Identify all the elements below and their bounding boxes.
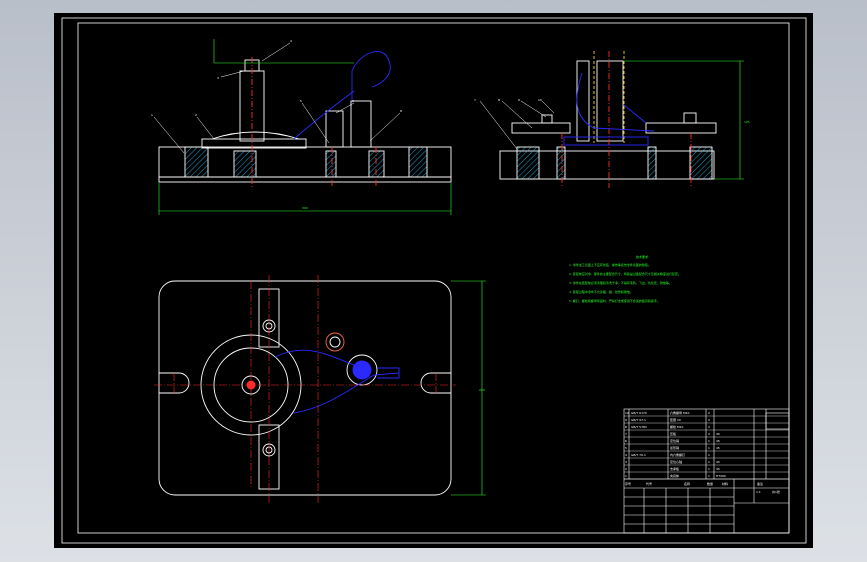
- pressure-plate-left: [511, 122, 571, 134]
- sheet-label: 共1张: [772, 489, 780, 494]
- bom-cell: 菱形销: [670, 445, 679, 450]
- front-balloon-labels: 1 2 3 4 5 6 8: [151, 39, 402, 117]
- svg-text:2: 2: [195, 113, 197, 117]
- svg-text:5: 5: [300, 99, 302, 103]
- bom-cell: 9: [625, 418, 627, 422]
- title-block-headers: 序号 代号 名称 数量 材料 备注: [625, 481, 763, 486]
- bom-cell: GB/T 6170: [631, 411, 647, 415]
- bom-cell: 定位销: [670, 438, 679, 443]
- side-section-view: [499, 51, 717, 188]
- assembly-drawing: 300 1 2 3 4 5 6 8 125 7 8 9 10 200 技术要求 …: [61, 17, 807, 544]
- bom-cell: 5: [625, 446, 627, 450]
- bom-cell: 7: [625, 432, 627, 436]
- title-block: [623, 408, 790, 534]
- front-leaders: [153, 42, 401, 154]
- bom-cell: 45: [716, 460, 720, 464]
- bom-cell: 3: [625, 460, 627, 464]
- bom-cell: 1: [708, 467, 710, 471]
- bom-cell: 垫圈 10: [670, 417, 681, 422]
- bom-cell: 支承板: [670, 466, 679, 471]
- bom-cell: 1: [708, 460, 710, 464]
- bom-cell: 4: [625, 453, 627, 457]
- svg-text:7: 7: [474, 98, 476, 102]
- svg-text:4: 4: [290, 39, 292, 43]
- plan-view: [158, 280, 452, 496]
- bom-cell: 1: [708, 453, 710, 457]
- dimension-width: 300: [302, 206, 308, 210]
- tech-title: 技术要求: [636, 254, 648, 259]
- bom-cell: GB/T 5783: [631, 425, 647, 429]
- bom-cell: 10: [625, 411, 629, 415]
- side-balloon-labels: 7 8 9 10: [474, 98, 542, 102]
- svg-text:8: 8: [498, 98, 500, 102]
- bom-cell: 2: [708, 411, 710, 415]
- front-dimensions: [158, 39, 452, 215]
- bom-cell: 2: [708, 432, 710, 436]
- svg-text:9: 9: [518, 98, 520, 102]
- svg-text:5. 螺钉、螺栓和螺母紧固时，严禁打击或使用不合适的旋具和扳: 5. 螺钉、螺栓和螺母紧固时，严禁打击或使用不合适的旋具和扳手。: [569, 298, 660, 303]
- svg-text:名称: 名称: [684, 481, 690, 486]
- bom-cell: 2: [708, 425, 710, 429]
- svg-text:数量: 数量: [707, 481, 713, 486]
- front-section-view: [158, 51, 452, 188]
- svg-text:代号: 代号: [646, 481, 652, 486]
- scale-label: 1:1: [756, 490, 761, 494]
- dimension-plan-height: 200: [479, 388, 485, 392]
- bom-cell: 压板: [670, 431, 676, 436]
- svg-text:序号: 序号: [625, 481, 631, 486]
- bom-cell: 8: [625, 425, 627, 429]
- bom-cell: 1: [708, 439, 710, 443]
- plan-centerlines: [154, 275, 456, 503]
- bom-cell: 45: [716, 467, 720, 471]
- bom-cell: 定位心轴: [670, 459, 682, 464]
- bom-cell: 夹具体: [670, 473, 679, 478]
- bom-cell: HT200: [716, 474, 726, 478]
- bom-cell: 内六角螺钉: [670, 452, 685, 457]
- bom-cell: 45: [716, 432, 720, 436]
- bom-cell: 1: [708, 446, 710, 450]
- svg-text:4. 装配过程中零件不允许磕、碰、划伤和锈蚀。: 4. 装配过程中零件不允许磕、碰、划伤和锈蚀。: [569, 289, 633, 294]
- bom-cell: 45: [716, 446, 720, 450]
- bom-cell: 1: [625, 474, 627, 478]
- bom-rows: [624, 415, 789, 480]
- svg-text:1. 零件加工表面上不应有划痕、擦伤等损伤零件表面的缺陷。: 1. 零件加工表面上不应有划痕、擦伤等损伤零件表面的缺陷。: [569, 262, 651, 267]
- diamond-pin: [325, 110, 344, 148]
- svg-text:10: 10: [538, 98, 542, 102]
- svg-text:3. 零件在装配前必须清理和清洗干净，不得有毛刺、飞边、氧化: 3. 零件在装配前必须清理和清洗干净，不得有毛刺、飞边、氧化皮、锈蚀等。: [569, 280, 672, 285]
- bom-cell: 2: [625, 467, 627, 471]
- pressure-plate-right: [645, 122, 717, 134]
- bom-cell: 螺栓 M10: [670, 424, 683, 429]
- svg-text:1: 1: [151, 113, 153, 117]
- bom-cell: 六角螺母 M10: [670, 410, 689, 415]
- bom-cell: 1: [708, 474, 710, 478]
- drawing-sheet: 300 1 2 3 4 5 6 8 125 7 8 9 10 200 技术要求 …: [54, 13, 813, 548]
- dimension-height: 125: [744, 120, 750, 124]
- cad-viewport: 300 1 2 3 4 5 6 8 125 7 8 9 10 200 技术要求 …: [0, 0, 867, 562]
- side-leaders: [479, 100, 555, 150]
- svg-text:备注: 备注: [757, 481, 763, 486]
- svg-text:材料: 材料: [722, 481, 728, 486]
- small-pin-circle: [325, 332, 345, 352]
- bom-cell: 6: [625, 439, 627, 443]
- plan-base-outline: [158, 280, 452, 496]
- svg-text:3: 3: [217, 76, 219, 80]
- svg-text:6: 6: [352, 99, 354, 103]
- bom-cell: GB/T 70.1: [631, 453, 646, 457]
- bom-cell: 45: [716, 439, 720, 443]
- bom-cell: GB/T 97.1: [631, 418, 646, 422]
- outer-border: [61, 17, 807, 544]
- tech-notes: 1. 零件加工表面上不应有划痕、擦伤等损伤零件表面的缺陷。 2. 装配前应对零、…: [569, 262, 681, 303]
- svg-text:8: 8: [400, 109, 402, 113]
- svg-text:2. 装配前应对零、部件的主要配合尺寸，特别是过盈配合尺寸及: 2. 装配前应对零、部件的主要配合尺寸，特别是过盈配合尺寸及相关精度进行复查。: [569, 271, 681, 276]
- bom-cell: 2: [708, 418, 710, 422]
